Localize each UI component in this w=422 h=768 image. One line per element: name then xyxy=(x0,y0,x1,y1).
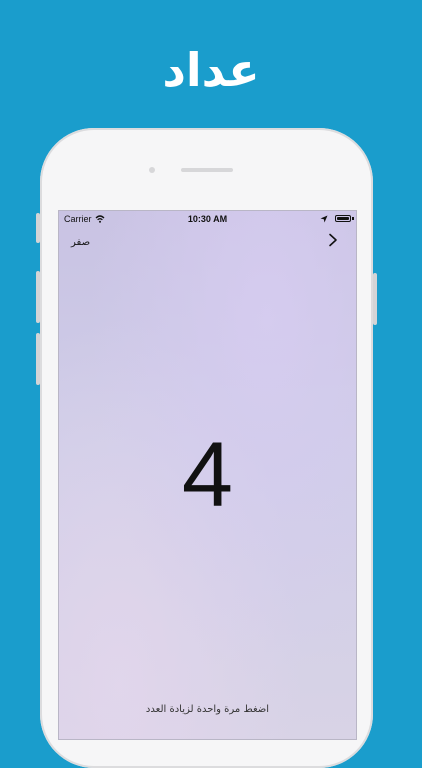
tap-hint: اضغط مرة واحدة لزيادة العدد xyxy=(145,704,270,715)
side-button-volume-down xyxy=(36,333,40,385)
side-button-power xyxy=(373,273,377,325)
location-arrow-icon xyxy=(320,215,328,223)
battery-fill xyxy=(337,217,349,220)
status-bar: Carrier 10:30 AM xyxy=(59,211,356,229)
front-camera xyxy=(149,167,155,173)
chevron-right-icon[interactable] xyxy=(326,233,340,247)
status-time: 10:30 AM xyxy=(187,214,228,224)
counter-value[interactable]: 4 xyxy=(59,415,356,535)
side-button-mute xyxy=(36,213,40,243)
app-screen[interactable]: Carrier 10:30 AM صفر 4 اضغط مرة واحدة لز… xyxy=(58,210,357,740)
promo-title: عداد xyxy=(162,43,260,97)
side-button-volume-up xyxy=(36,271,40,323)
battery-cap xyxy=(352,217,354,220)
phone-frame: Carrier 10:30 AM صفر 4 اضغط مرة واحدة لز… xyxy=(36,128,377,768)
battery-icon xyxy=(335,215,351,222)
reset-button[interactable]: صفر xyxy=(71,237,90,248)
earpiece-speaker xyxy=(181,168,233,172)
